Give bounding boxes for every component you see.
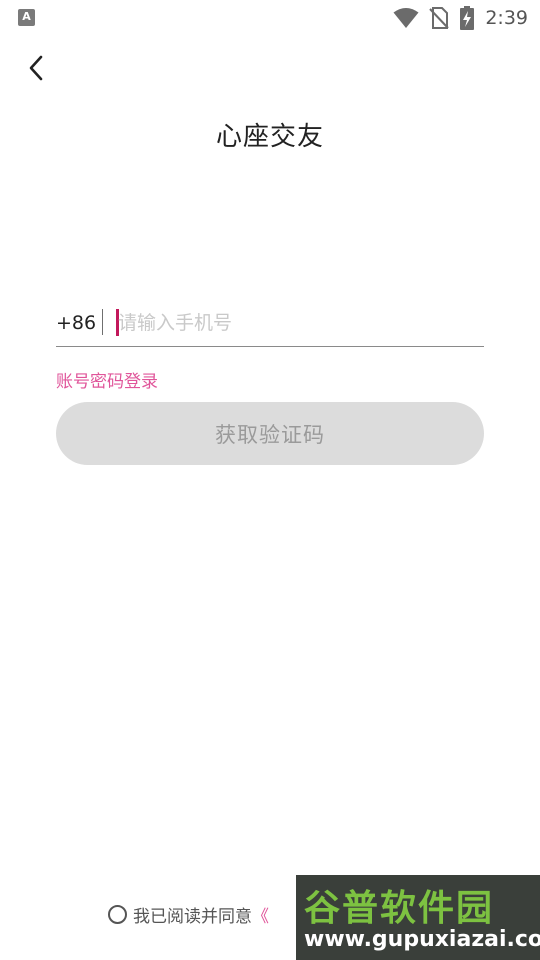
phone-number-input[interactable]: [118, 306, 478, 340]
watermark-logo: 谷普软件园 www.gupuxiazai.com: [296, 875, 540, 960]
chevron-left-icon: [29, 55, 43, 81]
phone-input-row: +86: [56, 302, 484, 347]
status-bar: A 2:39: [0, 0, 540, 36]
watermark-url: www.gupuxiazai.com: [304, 927, 540, 952]
code-divider: [102, 309, 103, 335]
login-screen: A 2:39 心座交友 +86 账: [0, 0, 540, 960]
password-login-link[interactable]: 账号密码登录: [56, 367, 158, 392]
page-title: 心座交友: [215, 122, 324, 152]
agreement-link[interactable]: 《: [252, 902, 269, 927]
get-verification-code-button[interactable]: 获取验证码: [56, 402, 484, 465]
agreement-text: 我已阅读并同意: [133, 906, 252, 927]
agreement-radio[interactable]: [108, 904, 127, 924]
country-code[interactable]: +86: [56, 312, 96, 334]
status-time: 2:39: [485, 7, 528, 29]
watermark-title: 谷普软件园: [304, 888, 495, 929]
battery-charging-icon: [460, 6, 475, 30]
back-button[interactable]: [18, 48, 54, 88]
no-sim-icon: [429, 7, 450, 29]
agreement-row: 我已阅读并同意 《: [108, 901, 269, 927]
wifi-icon: [393, 8, 419, 28]
notification-a-icon: A: [18, 9, 35, 26]
status-bar-right: 2:39: [393, 5, 528, 31]
